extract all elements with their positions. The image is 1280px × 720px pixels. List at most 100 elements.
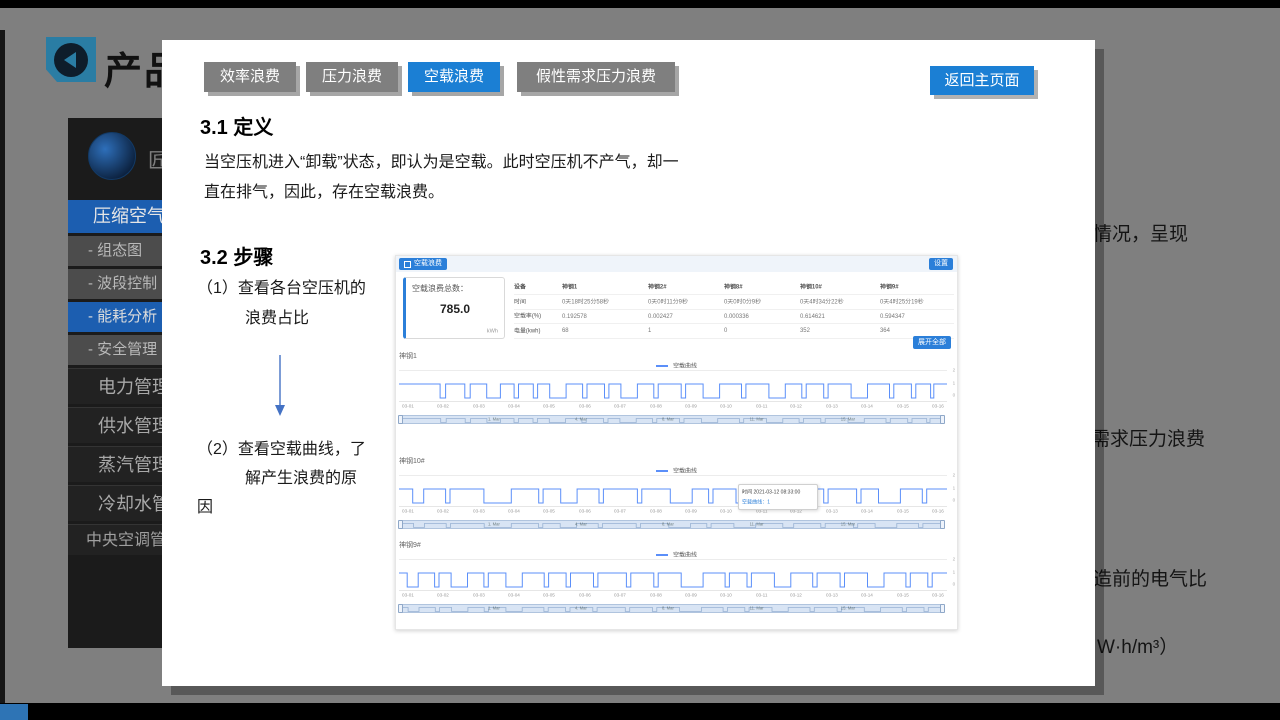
top-black-strip bbox=[0, 0, 1280, 8]
cell: 0天4时34分22秒 bbox=[800, 298, 868, 307]
back-arrow-icon[interactable] bbox=[46, 37, 96, 82]
slider-label: 4. Mar bbox=[575, 417, 587, 421]
cell: 68 bbox=[562, 328, 635, 334]
x-tick: 03-09 bbox=[685, 509, 697, 514]
y-tick: 1 bbox=[953, 381, 956, 386]
cell: 时间 bbox=[514, 298, 555, 307]
legend-line-icon bbox=[656, 365, 668, 367]
step-1-text: （1）查看各台空压机的 浪费占比 bbox=[197, 274, 397, 334]
background-text: 造前的电气比 bbox=[1093, 564, 1207, 591]
tab-false-demand-waste[interactable]: 假性需求压力浪费 bbox=[517, 62, 675, 92]
chart-title: 神钢1 bbox=[399, 351, 417, 361]
slider-label: 8. Mar bbox=[662, 522, 674, 526]
datazoom-handle-right[interactable] bbox=[940, 604, 945, 613]
col-header: 神钢9# bbox=[880, 283, 943, 292]
slider-label: 11. Mar bbox=[750, 522, 764, 526]
x-tick: 03-04 bbox=[508, 404, 520, 409]
datazoom-slider[interactable]: 1. Mar4. Mar8. Mar11. Mar15. Mar bbox=[399, 604, 944, 613]
chart-block-unit1: 神钢1 空载曲线 2 1 0 03-0103-0203-0303-0403-05… bbox=[396, 351, 959, 431]
y-tick: 0 bbox=[953, 393, 956, 398]
x-tick: 03-05 bbox=[543, 404, 555, 409]
expand-all-button[interactable]: 展开全部 bbox=[913, 336, 951, 349]
dashboard-screenshot: 空载浪费 设置 空载浪费总数： 785.0 kWh 设备 神钢1 神钢2# 神钢… bbox=[395, 255, 958, 630]
tooltip-value: 空载曲线：1 bbox=[742, 498, 794, 505]
panel-icon bbox=[404, 261, 411, 268]
x-tick: 03-06 bbox=[579, 404, 591, 409]
down-arrow-icon bbox=[272, 355, 288, 417]
x-tick: 03-16 bbox=[932, 404, 944, 409]
slider-label: 15. Mar bbox=[840, 522, 854, 526]
chart-tooltip: 时间 2021-03-12 08:33:00 空载曲线：1 bbox=[738, 484, 818, 510]
cell: 0.594347 bbox=[880, 313, 943, 319]
cell: 0.192578 bbox=[562, 313, 635, 319]
datazoom-labels: 1. Mar4. Mar8. Mar11. Mar15. Mar bbox=[400, 521, 943, 528]
x-tick: 03-10 bbox=[720, 404, 732, 409]
settings-button[interactable]: 设置 bbox=[929, 258, 953, 270]
definition-text: 当空压机进入“卸载”状态，即认为是空载。此时空压机不产气，却一 直在排气，因此，… bbox=[204, 148, 734, 208]
datazoom-labels: 1. Mar4. Mar8. Mar11. Mar15. Mar bbox=[400, 605, 943, 612]
slider-label: 11. Mar bbox=[750, 606, 764, 610]
x-tick: 03-12 bbox=[790, 593, 802, 598]
x-tick: 03-12 bbox=[790, 404, 802, 409]
x-tick: 03-11 bbox=[756, 404, 767, 409]
cell: 0天0时0分9秒 bbox=[724, 298, 789, 307]
y-tick: 0 bbox=[953, 582, 956, 587]
x-tick: 03-08 bbox=[650, 509, 662, 514]
datazoom-handle-left[interactable] bbox=[398, 604, 403, 613]
slider-label: 15. Mar bbox=[840, 606, 854, 610]
cell: 1 bbox=[648, 328, 713, 334]
y-tick: 1 bbox=[953, 486, 956, 491]
legend-line-icon bbox=[656, 554, 668, 556]
table-row: 空载率(%) 0.192578 0.002427 0.000336 0.6146… bbox=[514, 310, 954, 325]
tab-efficiency-waste[interactable]: 效率浪费 bbox=[204, 62, 296, 92]
x-tick: 03-02 bbox=[437, 509, 449, 514]
datazoom-handle-left[interactable] bbox=[398, 520, 403, 529]
x-tick: 03-13 bbox=[826, 404, 838, 409]
y-tick: 2 bbox=[953, 473, 956, 478]
x-tick: 03-15 bbox=[897, 509, 909, 514]
x-tick: 03-06 bbox=[579, 593, 591, 598]
panel-title-badge: 空载浪费 bbox=[399, 258, 447, 270]
table-row: 时间 0天18时25分58秒 0天0时11分9秒 0天0时0分9秒 0天4时34… bbox=[514, 295, 954, 310]
col-header: 设备 bbox=[514, 283, 555, 292]
chart-block-unit10: 神钢10# 空载曲线 2 1 0 03-0103-0203-0303-0403-… bbox=[396, 456, 959, 536]
x-tick: 03-13 bbox=[826, 593, 838, 598]
panel-title: 空载浪费 bbox=[414, 258, 442, 270]
x-tick: 03-16 bbox=[932, 593, 944, 598]
x-tick: 03-03 bbox=[473, 593, 485, 598]
cell: 电量(kwh) bbox=[514, 327, 555, 336]
cell: 0.002427 bbox=[648, 313, 713, 319]
plot-area: 2 1 0 bbox=[399, 475, 947, 507]
slider-label: 15. Mar bbox=[840, 417, 854, 421]
x-axis: 03-0103-0203-0303-0403-0503-0603-0703-08… bbox=[399, 508, 947, 515]
chart-title: 神钢9# bbox=[399, 540, 421, 550]
slider-label: 11. Mar bbox=[750, 417, 764, 421]
datazoom-handle-left[interactable] bbox=[398, 415, 403, 424]
slider-label: 1. Mar bbox=[488, 606, 500, 610]
cell: 0.614621 bbox=[800, 313, 868, 319]
background-text: W·h/m³） bbox=[1097, 632, 1178, 659]
x-tick: 03-05 bbox=[543, 593, 555, 598]
app-logo-icon bbox=[88, 132, 136, 180]
x-tick: 03-08 bbox=[650, 404, 662, 409]
x-tick: 03-15 bbox=[897, 593, 909, 598]
return-main-button[interactable]: 返回主页面 bbox=[930, 66, 1034, 95]
cell: 364 bbox=[880, 328, 943, 334]
datazoom-handle-right[interactable] bbox=[940, 520, 945, 529]
content-modal: 效率浪费 压力浪费 空载浪费 假性需求压力浪费 返回主页面 3.1 定义 当空压… bbox=[162, 40, 1095, 686]
chart-block-unit9: 神钢9# 空载曲线 2 1 0 03-0103-0203-0303-0403-0… bbox=[396, 540, 959, 620]
tab-noload-waste[interactable]: 空载浪费 bbox=[408, 62, 500, 92]
y-tick: 1 bbox=[953, 570, 956, 575]
tooltip-time: 时间 2021-03-12 08:33:00 bbox=[742, 488, 794, 495]
y-tick: 0 bbox=[953, 498, 956, 503]
x-tick: 03-16 bbox=[932, 509, 944, 514]
datazoom-slider[interactable]: 1. Mar4. Mar8. Mar11. Mar15. Mar bbox=[399, 415, 944, 424]
datazoom-slider[interactable]: 1. Mar4. Mar8. Mar11. Mar15. Mar bbox=[399, 520, 944, 529]
tab-pressure-waste[interactable]: 压力浪费 bbox=[306, 62, 398, 92]
back-arrow-circle bbox=[54, 43, 88, 77]
chart-title: 神钢10# bbox=[399, 456, 425, 466]
datazoom-handle-right[interactable] bbox=[940, 415, 945, 424]
background-text: 需求压力浪费 bbox=[1091, 424, 1205, 451]
legend-line-icon bbox=[656, 470, 668, 472]
cell: 0天0时11分9秒 bbox=[648, 298, 713, 307]
